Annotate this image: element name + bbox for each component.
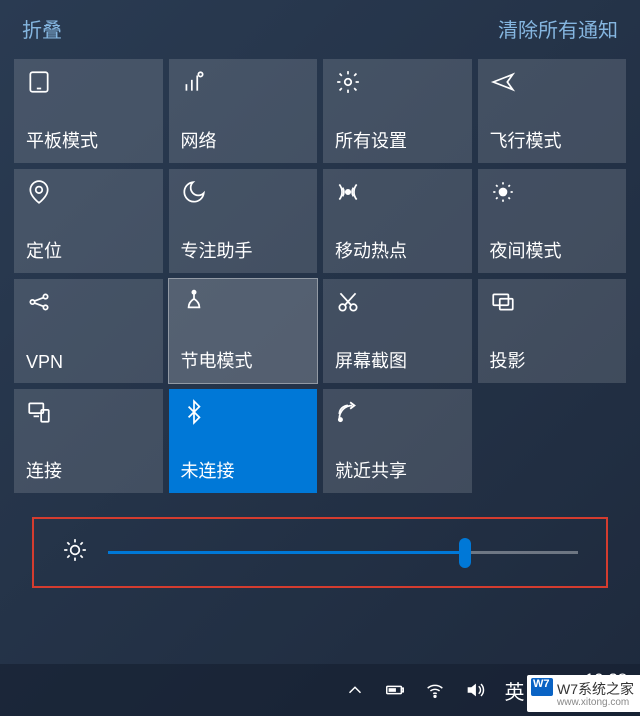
tray-overflow-icon[interactable] — [344, 679, 366, 701]
tile-network[interactable]: 网络 — [169, 59, 318, 163]
tile-airplane[interactable]: 飞行模式 — [478, 59, 627, 163]
tile-label: 定位 — [26, 237, 151, 263]
tile-label: 平板模式 — [26, 127, 151, 153]
tile-bluetooth[interactable]: 未连接 — [169, 389, 318, 493]
bluetooth-icon — [181, 399, 306, 427]
ime-lang: 英 — [504, 682, 526, 704]
hotspot-icon — [335, 179, 460, 207]
tile-label: VPN — [26, 352, 151, 373]
tile-label: 未连接 — [181, 457, 306, 483]
airplane-icon — [490, 69, 615, 97]
tile-label: 就近共享 — [335, 457, 460, 483]
clear-all-link[interactable]: 清除所有通知 — [498, 14, 618, 43]
tile-label: 节电模式 — [181, 347, 306, 373]
tile-moon[interactable]: 专注助手 — [169, 169, 318, 273]
nightlight-icon — [490, 179, 615, 207]
network-icon — [181, 69, 306, 97]
tile-battery-saver[interactable]: 节电模式 — [169, 279, 318, 383]
tile-label: 屏幕截图 — [335, 347, 460, 373]
tile-project[interactable]: 投影 — [478, 279, 627, 383]
brightness-highlight-box — [32, 517, 608, 588]
project-icon — [490, 289, 615, 317]
vpn-icon — [26, 289, 151, 317]
tile-vpn[interactable]: VPN — [14, 279, 163, 383]
tile-snip[interactable]: 屏幕截图 — [323, 279, 472, 383]
slider-track — [108, 551, 578, 554]
tile-label: 投影 — [490, 347, 615, 373]
tile-label: 专注助手 — [181, 237, 306, 263]
wifi-icon[interactable] — [424, 679, 446, 701]
settings-icon — [335, 69, 460, 97]
slider-thumb[interactable] — [459, 538, 471, 568]
tile-settings[interactable]: 所有设置 — [323, 59, 472, 163]
tile-tablet[interactable]: 平板模式 — [14, 59, 163, 163]
tablet-icon — [26, 69, 151, 97]
quick-action-grid: 平板模式 网络 所有设置 飞行模式定位 专注助手 移动热点 夜间模式 VPN 节电模式 屏幕截图 投… — [14, 59, 626, 493]
connect-icon — [26, 399, 151, 427]
share-icon — [335, 399, 460, 427]
battery-saver-icon — [181, 289, 306, 317]
header: 折叠 清除所有通知 — [14, 14, 626, 43]
brightness-slider[interactable] — [108, 543, 578, 563]
battery-icon[interactable] — [384, 679, 406, 701]
tile-label: 飞行模式 — [490, 127, 615, 153]
action-center-panel: 折叠 清除所有通知 平板模式 网络 所有设置 飞行模式定位 专注助手 移动热点 夜间模式 VP… — [0, 0, 640, 588]
brightness-icon — [62, 537, 88, 568]
watermark-sub: www.xitong.com — [557, 697, 634, 708]
collapse-link[interactable]: 折叠 — [22, 14, 62, 43]
watermark-badge: W7 — [533, 678, 550, 690]
tile-share[interactable]: 就近共享 — [323, 389, 472, 493]
snip-icon — [335, 289, 460, 317]
tile-label: 移动热点 — [335, 237, 460, 263]
watermark-text: W7系统之家 — [557, 681, 634, 697]
volume-icon[interactable] — [464, 679, 486, 701]
tile-label: 网络 — [181, 127, 306, 153]
tile-label: 所有设置 — [335, 127, 460, 153]
tile-hotspot[interactable]: 移动热点 — [323, 169, 472, 273]
slider-fill — [108, 551, 465, 554]
tile-nightlight[interactable]: 夜间模式 — [478, 169, 627, 273]
watermark: W7 W7系统之家 www.xitong.com — [527, 675, 640, 712]
tile-label: 连接 — [26, 457, 151, 483]
tile-location[interactable]: 定位 — [14, 169, 163, 273]
moon-icon — [181, 179, 306, 207]
tile-connect[interactable]: 连接 — [14, 389, 163, 493]
location-icon — [26, 179, 151, 207]
tile-label: 夜间模式 — [490, 237, 615, 263]
